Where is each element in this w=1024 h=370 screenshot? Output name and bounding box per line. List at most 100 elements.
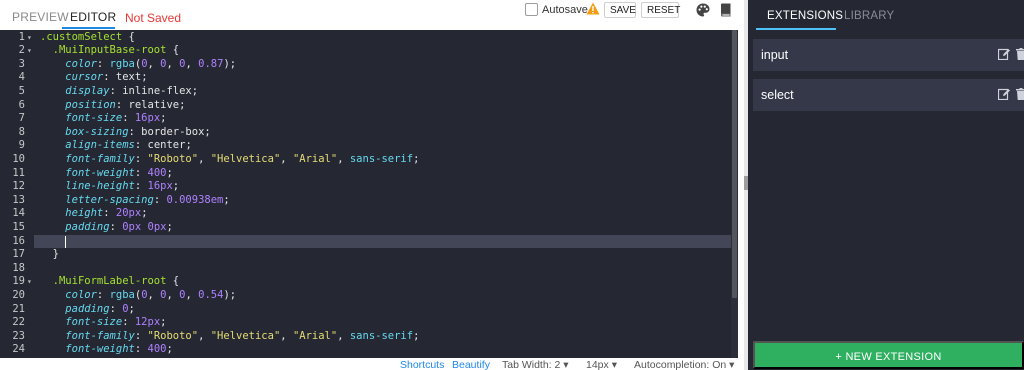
font-size-select[interactable]: 14px ▾ (586, 359, 617, 370)
code-line[interactable]: 2 ▾ .MuiInputBase-root { (0, 44, 738, 58)
code-line[interactable]: 8 box-sizing: border-box; (0, 126, 738, 140)
code-line[interactable]: 15 padding: 0px 0px; (0, 221, 738, 235)
code-text: color: rgba(0, 0, 0, 0.87); (65, 57, 237, 70)
code-text: position: relative; (65, 98, 186, 111)
autosave-label: Autosave (542, 4, 588, 16)
code-editor[interactable]: 1 ▾ .customSelect {2 ▾ .MuiInputBase-root {… (0, 30, 738, 358)
line-number: 23 (12, 329, 25, 342)
line-number: 14 (12, 207, 25, 220)
code-text: padding: 0px 0px; (65, 220, 173, 233)
trash-icon[interactable] (1016, 48, 1024, 60)
fold-toggle-icon[interactable]: ▾ (27, 44, 32, 58)
active-tab-indicator (756, 28, 836, 30)
tab-extensions[interactable]: EXTENSIONS (767, 10, 843, 22)
font-size-value: 14px (586, 359, 609, 370)
line-number: 7 (18, 112, 25, 125)
line-number: 2 (18, 44, 25, 57)
code-text: letter-spacing: 0.00938em; (65, 193, 230, 206)
code-text: font-family: "Roboto", "Helvetica", "Ari… (65, 152, 420, 165)
fold-toggle-icon[interactable]: ▾ (27, 275, 32, 289)
sidebar-tabs: EXTENSIONS LIBRARY (748, 0, 1024, 31)
line-number: 15 (12, 220, 25, 233)
code-text: .customSelect { (40, 30, 135, 43)
code-line[interactable]: 24 font-weight: 400; (0, 343, 738, 357)
code-line[interactable]: 20 color: rgba(0, 0, 0, 0.54); (0, 289, 738, 303)
line-number: 9 (18, 139, 25, 152)
line-number: 24 (12, 343, 25, 356)
chevron-down-icon: ▾ (563, 359, 569, 370)
fold-toggle-icon[interactable]: ▾ (27, 31, 32, 45)
line-number: 20 (12, 288, 25, 301)
new-extension-button[interactable]: + NEW EXTENSION (753, 341, 1024, 369)
code-text: display: inline-flex; (65, 84, 199, 97)
line-number: 6 (18, 98, 25, 111)
reset-button[interactable]: RESET (641, 2, 680, 18)
code-line[interactable]: 1 ▾ .customSelect { (0, 31, 738, 45)
shortcuts-link[interactable]: Shortcuts (400, 359, 444, 370)
tab-preview[interactable]: PREVIEW (12, 10, 69, 24)
code-line[interactable]: 11 font-weight: 400; (0, 167, 738, 181)
trash-icon[interactable] (1016, 88, 1024, 100)
code-line[interactable]: 9 align-items: center; (0, 139, 738, 153)
line-number: 8 (18, 125, 25, 138)
code-text: align-items: center; (65, 139, 192, 152)
code-text: color: rgba(0, 0, 0, 0.54); (65, 288, 237, 301)
tab-editor[interactable]: EDITOR (70, 10, 116, 24)
code-line[interactable]: 19 ▾ .MuiFormLabel-root { (0, 275, 738, 289)
tab-width-value: Tab Width: 2 (502, 359, 561, 370)
save-button[interactable]: SAVE (604, 2, 636, 18)
code-line[interactable]: 16 (0, 235, 738, 249)
code-text: .MuiInputBase-root { (52, 44, 180, 57)
line-number: 11 (12, 166, 25, 179)
line-number: 13 (12, 193, 25, 206)
beautify-link[interactable]: Beautify (452, 359, 490, 370)
code-line[interactable]: 5 display: inline-flex; (0, 85, 738, 99)
code-line[interactable]: 18 (0, 262, 738, 276)
code-line[interactable]: 4 cursor: text; (0, 71, 738, 85)
extension-item-select[interactable]: select (753, 79, 1024, 111)
code-line[interactable]: 12 line-height: 16px; (0, 180, 738, 194)
autosave-checkbox[interactable] (525, 3, 538, 16)
editor-toolbar: PREVIEW EDITOR Not Saved Autosave SAVE R… (0, 0, 744, 30)
code-text: font-weight: 400; (65, 343, 173, 356)
code-line[interactable]: 17 } (0, 248, 738, 262)
book-icon[interactable] (720, 3, 731, 17)
code-line[interactable]: 13 letter-spacing: 0.00938em; (0, 194, 738, 208)
code-line[interactable]: 23 font-family: "Roboto", "Helvetica", "… (0, 330, 738, 344)
autocompletion-select[interactable]: Autocompletion: On ▾ (634, 359, 734, 370)
tab-width-select[interactable]: Tab Width: 2 ▾ (502, 359, 569, 370)
line-number: 1 (18, 30, 25, 43)
code-text: font-weight: 400; (65, 166, 173, 179)
edit-icon[interactable] (998, 88, 1010, 100)
code-line[interactable]: 21 padding: 0; (0, 303, 738, 317)
extension-label: select (761, 88, 794, 102)
code-text: font-family: "Roboto", "Helvetica", "Ari… (65, 329, 420, 342)
code-text: .MuiFormLabel-root { (52, 275, 180, 288)
editor-pane: PREVIEW EDITOR Not Saved Autosave SAVE R… (0, 0, 744, 370)
code-line[interactable]: 14 height: 20px; (0, 207, 738, 221)
code-line[interactable]: 3 color: rgba(0, 0, 0, 0.87); (0, 58, 738, 72)
line-number: 5 (18, 84, 25, 97)
tab-library[interactable]: LIBRARY (844, 10, 894, 22)
chevron-down-icon: ▾ (729, 359, 735, 370)
line-number: 4 (18, 71, 25, 84)
code-text: } (40, 248, 59, 261)
edit-icon[interactable] (998, 48, 1010, 60)
extension-label: input (761, 48, 789, 62)
code-text: height: 20px; (65, 207, 148, 220)
code-text: padding: 0; (65, 302, 135, 315)
code-line[interactable]: 10 font-family: "Roboto", "Helvetica", "… (0, 153, 738, 167)
code-line[interactable]: 22 font-size: 12px; (0, 316, 738, 330)
code-text: font-size: 12px; (65, 316, 167, 329)
autocompletion-value: Autocompletion: On (634, 359, 727, 370)
code-line[interactable]: 7 font-size: 16px; (0, 112, 738, 126)
extensions-sidebar: EXTENSIONS LIBRARY input select + NEW EX… (748, 0, 1024, 370)
line-number: 17 (12, 248, 25, 261)
line-number: 19 (12, 275, 25, 288)
extension-item-input[interactable]: input (753, 39, 1024, 71)
save-status: Not Saved (125, 11, 182, 25)
code-line[interactable]: 6 position: relative; (0, 99, 738, 113)
app-root: PREVIEW EDITOR Not Saved Autosave SAVE R… (0, 0, 1024, 370)
palette-icon[interactable] (696, 3, 710, 17)
